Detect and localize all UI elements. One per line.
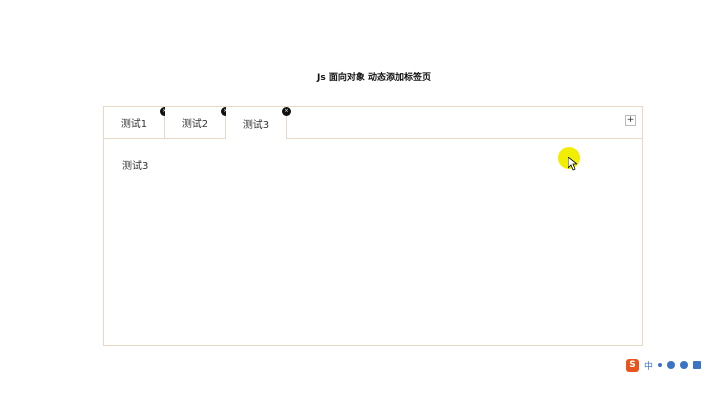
tabs-container: 测试1 × 测试2 × 测试3 × + 测试3 bbox=[103, 106, 643, 346]
punctuation-icon[interactable] bbox=[658, 363, 663, 367]
add-tab-button[interactable]: + bbox=[625, 115, 636, 126]
tab-label: 测试3 bbox=[242, 119, 270, 131]
sogou-ime-icon[interactable]: S bbox=[626, 358, 639, 372]
tab-test3[interactable]: 测试3 × bbox=[226, 107, 291, 139]
tab-label: 测试2 bbox=[181, 119, 209, 130]
cursor-icon bbox=[568, 157, 577, 171]
tab-panel-content: 测试3 bbox=[122, 161, 149, 172]
keyboard-icon[interactable] bbox=[693, 361, 702, 369]
tab-test2[interactable]: 测试2 × bbox=[165, 107, 230, 138]
emoji-icon[interactable] bbox=[667, 361, 676, 369]
microphone-icon[interactable] bbox=[680, 361, 689, 369]
tab-label: 测试1 bbox=[120, 119, 148, 130]
close-icon[interactable]: × bbox=[282, 107, 291, 116]
page-title: Js 面向对象 动态添加标签页 bbox=[317, 73, 431, 83]
tab-bar: 测试1 × 测试2 × 测试3 × + bbox=[104, 107, 642, 139]
ime-language-label[interactable]: 中 bbox=[644, 359, 653, 372]
tab-test1[interactable]: 测试1 × bbox=[104, 107, 169, 138]
ime-toolbar: S 中 bbox=[626, 358, 720, 372]
